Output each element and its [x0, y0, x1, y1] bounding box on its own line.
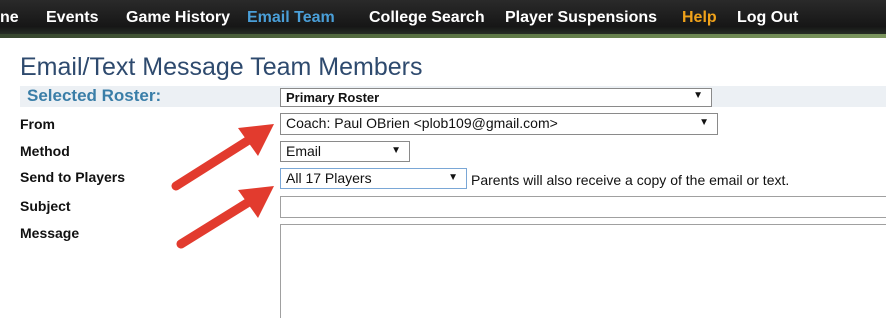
annotation-arrows: [171, 124, 274, 249]
arrow-to-send-to-field: [176, 186, 274, 249]
arrow-to-from-field: [171, 124, 274, 191]
